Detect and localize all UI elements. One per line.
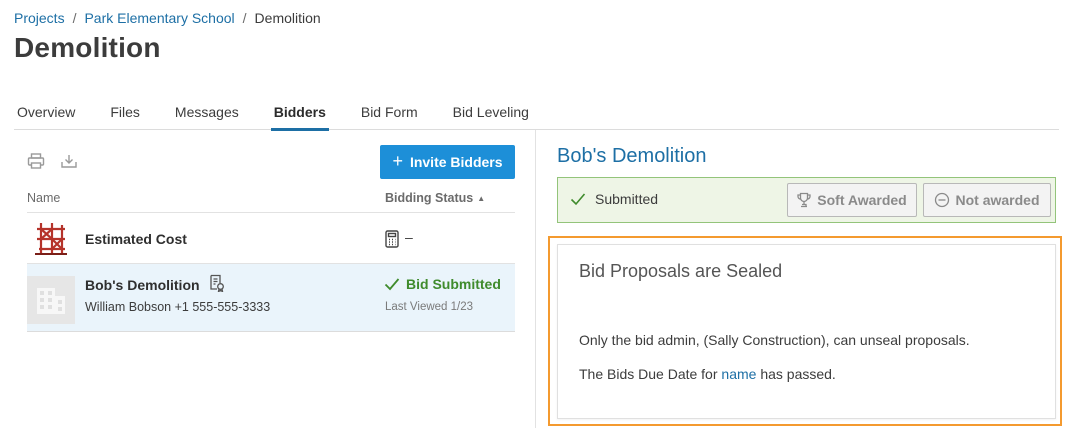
breadcrumb-project[interactable]: Park Elementary School [84,10,234,26]
last-viewed: Last Viewed 1/23 [385,301,474,313]
minus-circle-icon [935,192,950,208]
pane-divider [535,130,536,428]
bid-status-label: Bid Submitted [406,276,501,292]
scaffold-icon [35,221,67,260]
submitted-label: Submitted [595,191,659,207]
invite-bidders-button[interactable]: + Invite Bidders [380,145,515,179]
tab-bid-form[interactable]: Bid Form [358,100,421,130]
tab-bid-leveling[interactable]: Bid Leveling [450,100,532,130]
estimated-cost-value: – [405,229,413,245]
tab-messages[interactable]: Messages [172,100,242,130]
invite-bidders-label: Invite Bidders [409,154,503,170]
company-avatar [27,276,75,324]
bid-document-icon[interactable] [209,274,225,293]
tab-bidders[interactable]: Bidders [270,100,329,131]
estimated-cost-label: Estimated Cost [85,231,187,247]
soft-awarded-label: Soft Awarded [817,192,907,208]
calculator-icon [385,230,399,248]
due-date-prefix: The Bids Due Date for [579,366,722,382]
print-icon[interactable] [27,152,45,170]
tab-bar: Overview Files Messages Bidders Bid Form… [14,100,1059,131]
plus-icon: + [392,150,403,171]
tab-overview[interactable]: Overview [14,100,78,130]
checkmark-icon [570,193,586,206]
soft-awarded-button[interactable]: Soft Awarded [787,183,917,217]
download-icon[interactable] [60,152,78,170]
breadcrumb-projects[interactable]: Projects [14,10,65,26]
sealed-message: Only the bid admin, (Sally Construction)… [579,332,970,348]
table-row-estimated-cost: Estimated Cost – [27,213,515,264]
tab-files[interactable]: Files [107,100,143,130]
column-header-bidding-status[interactable]: Bidding Status ▲ [385,191,485,205]
trophy-icon [797,192,811,208]
column-header-name[interactable]: Name [27,191,60,205]
submitted-status: Submitted [570,191,658,207]
not-awarded-label: Not awarded [955,192,1040,208]
sort-ascending-icon: ▲ [477,193,486,203]
breadcrumb: Projects / Park Elementary School / Demo… [14,10,321,26]
not-awarded-button[interactable]: Not awarded [923,183,1051,217]
bid-status: Bid Submitted [384,276,501,292]
building-icon [37,288,65,314]
due-date-name-link[interactable]: name [721,366,756,382]
checkmark-icon [384,278,400,291]
table-row-bobs-demolition[interactable]: Bob's Demolition William Bobson +1 555-5… [27,264,515,332]
sealed-proposals-card: Bid Proposals are Sealed Only the bid ad… [557,244,1056,419]
due-date-message: The Bids Due Date for name has passed. [579,366,836,382]
due-date-suffix: has passed. [756,366,836,382]
column-header-status-label: Bidding Status [385,191,474,205]
bidder-contact: William Bobson +1 555-555-3333 [85,300,271,314]
breadcrumb-current: Demolition [254,10,321,26]
breadcrumb-separator: / [72,10,77,26]
sealed-heading: Bid Proposals are Sealed [579,261,783,281]
breadcrumb-separator: / [242,10,247,26]
bidder-detail-title: Bob's Demolition [557,145,707,167]
bidder-name[interactable]: Bob's Demolition [85,277,200,293]
page-title: Demolition [14,32,161,63]
award-status-bar: Submitted Soft Awarded Not awarded [557,177,1056,223]
